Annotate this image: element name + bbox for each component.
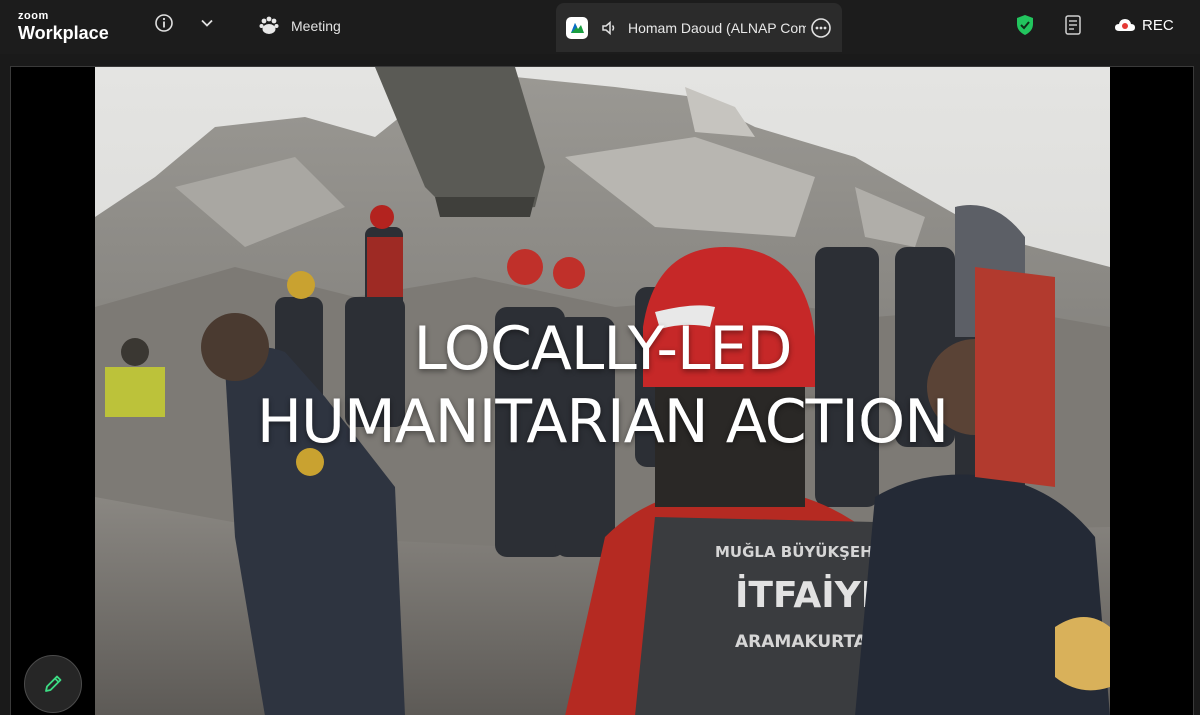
top-bar: zoom Workplace Meeting Homam Daoud (ALNA… <box>0 0 1200 54</box>
brand-top: zoom <box>18 10 49 22</box>
presentation-slide: MUĞLA BÜYÜKŞEHİR İTFAİYESİ ARAMAKURTARMA… <box>95 67 1110 715</box>
meeting-menu[interactable]: Meeting <box>258 14 341 38</box>
notes-icon[interactable] <box>1064 14 1084 36</box>
active-speaker-tab[interactable]: Homam Daoud (ALNAP Com <box>556 3 842 52</box>
brand-bottom: Workplace <box>18 23 109 43</box>
meeting-label: Meeting <box>291 18 341 34</box>
cloud-record-icon <box>1115 19 1135 31</box>
vest-text-1: MUĞLA BÜYÜKŞEHİR <box>715 542 890 561</box>
zoom-workplace-logo: zoom Workplace <box>18 10 109 43</box>
paw-icon <box>259 16 279 34</box>
record-label: REC <box>1142 16 1174 34</box>
zoom-app-logo-icon <box>566 16 588 39</box>
shared-screen-stage: MUĞLA BÜYÜKŞEHİR İTFAİYESİ ARAMAKURTARMA… <box>10 66 1194 715</box>
speaker-icon <box>602 20 615 35</box>
annotate-button[interactable] <box>24 655 82 713</box>
slide-title-line-1: LOCALLY-LED <box>413 314 792 384</box>
chevron-down-icon[interactable] <box>200 16 214 30</box>
shield-icon[interactable] <box>1015 14 1035 36</box>
info-icon[interactable] <box>154 13 174 33</box>
record-button[interactable]: REC <box>1114 14 1174 36</box>
more-icon[interactable] <box>810 17 832 39</box>
slide-title: LOCALLY-LED HUMANITARIAN ACTION <box>95 313 1110 459</box>
pencil-icon <box>45 675 62 692</box>
active-speaker-name: Homam Daoud (ALNAP Com <box>628 19 806 36</box>
slide-title-line-2: HUMANITARIAN ACTION <box>256 387 949 458</box>
